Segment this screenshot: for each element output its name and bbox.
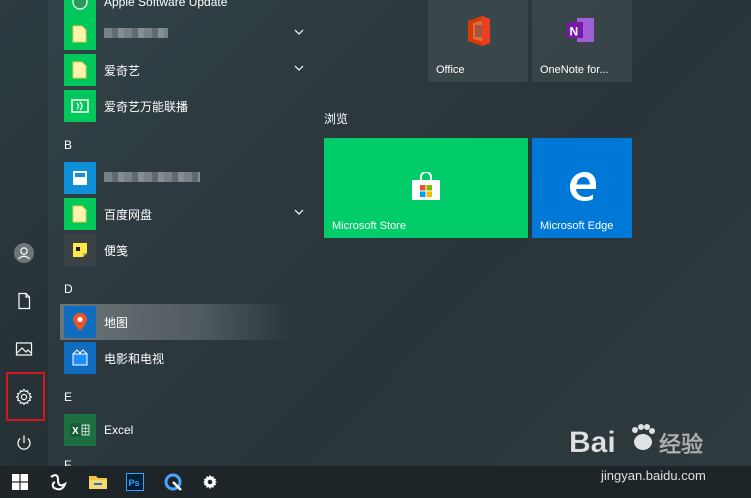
app-item-label: 爱奇艺 [104,63,141,78]
section-letter-b[interactable]: B [64,138,72,152]
edge-logo-icon [570,172,596,201]
power-button[interactable] [0,420,48,466]
folder-icon [64,198,96,230]
tile-microsoft-edge[interactable]: Microsoft Edge [532,138,632,238]
app-item-blurred-2[interactable] [60,160,310,196]
app-item-sticky-notes[interactable]: 便笺 [60,232,310,268]
paw-icon [632,424,655,450]
section-letter-e[interactable]: E [64,390,72,404]
app-item-maps[interactable]: 地图 [60,304,310,340]
office-logo-icon [468,16,490,46]
picture-icon [15,342,33,356]
chevron-down-icon [294,209,304,215]
section-letter-d[interactable]: D [64,282,73,296]
photoshop-icon: Ps [126,473,144,491]
app-icon [64,162,96,194]
start-menu: Apple Software Update 爱奇艺 爱奇艺万能联播 B 百度网盘… [0,0,751,466]
pictures-button[interactable] [0,326,48,372]
taskbar-file-explorer[interactable] [78,466,118,498]
app-item-label: 电影和电视 [104,351,165,366]
app-item-label: Apple Software Update [104,0,228,9]
document-icon [18,292,31,310]
svg-text:Ps: Ps [129,478,140,488]
app-item-iqiyi-player[interactable]: 爱奇艺万能联播 [60,88,310,124]
svg-text:N: N [570,25,579,39]
app-item-label: 便笺 [104,243,129,258]
app-folder-baidu-netdisk[interactable]: 百度网盘 [60,196,310,232]
baidu-jingyan-watermark: Bai 经验 jingyan.baidu.com [569,424,706,483]
app-swirl-icon [50,474,67,491]
tile-office[interactable]: Office [428,0,528,82]
sticky-notes-icon [64,234,96,266]
documents-button[interactable] [0,278,48,324]
folder-icon [64,18,96,50]
chevron-down-icon [294,29,304,35]
app-item-movies-tv[interactable]: 电影和电视 [60,340,310,376]
tile-label: OneNote for... [540,64,609,76]
app-item-excel[interactable]: X Excel [60,412,310,448]
tile-onenote[interactable]: N OneNote for... [532,0,632,82]
watermark-url: jingyan.baidu.com [600,468,706,483]
app-list[interactable]: Apple Software Update 爱奇艺 爱奇艺万能联播 B 百度网盘… [48,0,310,466]
app-item-label: Excel [104,423,134,437]
iqiyi-player-icon [64,90,96,122]
tile-label: Office [436,64,465,76]
folder-icon [64,54,96,86]
browser-icon [164,473,182,491]
excel-icon: X [64,414,96,446]
watermark-sub: 经验 [659,432,703,458]
map-pin-icon [64,306,96,338]
app-item-label-blurred [104,27,168,41]
app-folder-iqiyi[interactable]: 爱奇艺 [60,52,310,88]
section-letter-f[interactable]: F [64,458,71,466]
svg-text:X: X [72,426,79,437]
app-folder-blurred-1[interactable] [60,16,310,52]
taskbar-app-button-1[interactable] [38,466,78,498]
tile-group-title[interactable]: 浏览 [324,110,348,127]
settings-highlight-box [6,372,45,421]
taskbar-photoshop[interactable]: Ps [115,466,155,498]
start-button[interactable] [0,466,40,498]
tile-microsoft-store[interactable]: Microsoft Store [324,138,528,238]
taskbar-settings[interactable] [190,466,230,498]
app-item-label: 地图 [104,315,129,330]
user-avatar-icon [14,243,34,263]
taskbar-browser[interactable] [153,466,193,498]
windows-logo-icon [12,474,28,490]
gear-icon [202,474,218,490]
tile-label: Microsoft Edge [540,220,614,232]
power-icon [17,435,31,450]
watermark-brand: Bai [569,426,616,459]
tile-label: Microsoft Store [332,220,406,232]
app-item-label: 百度网盘 [104,207,153,222]
chevron-down-icon [294,65,304,71]
movies-tv-icon [64,342,96,374]
app-item-label: 爱奇艺万能联播 [104,99,189,114]
app-item-label-blurred [104,171,200,185]
folder-icon [89,476,107,489]
store-bag-icon [412,172,440,200]
onenote-logo-icon: N [567,18,594,42]
user-account-button[interactable] [0,230,48,276]
